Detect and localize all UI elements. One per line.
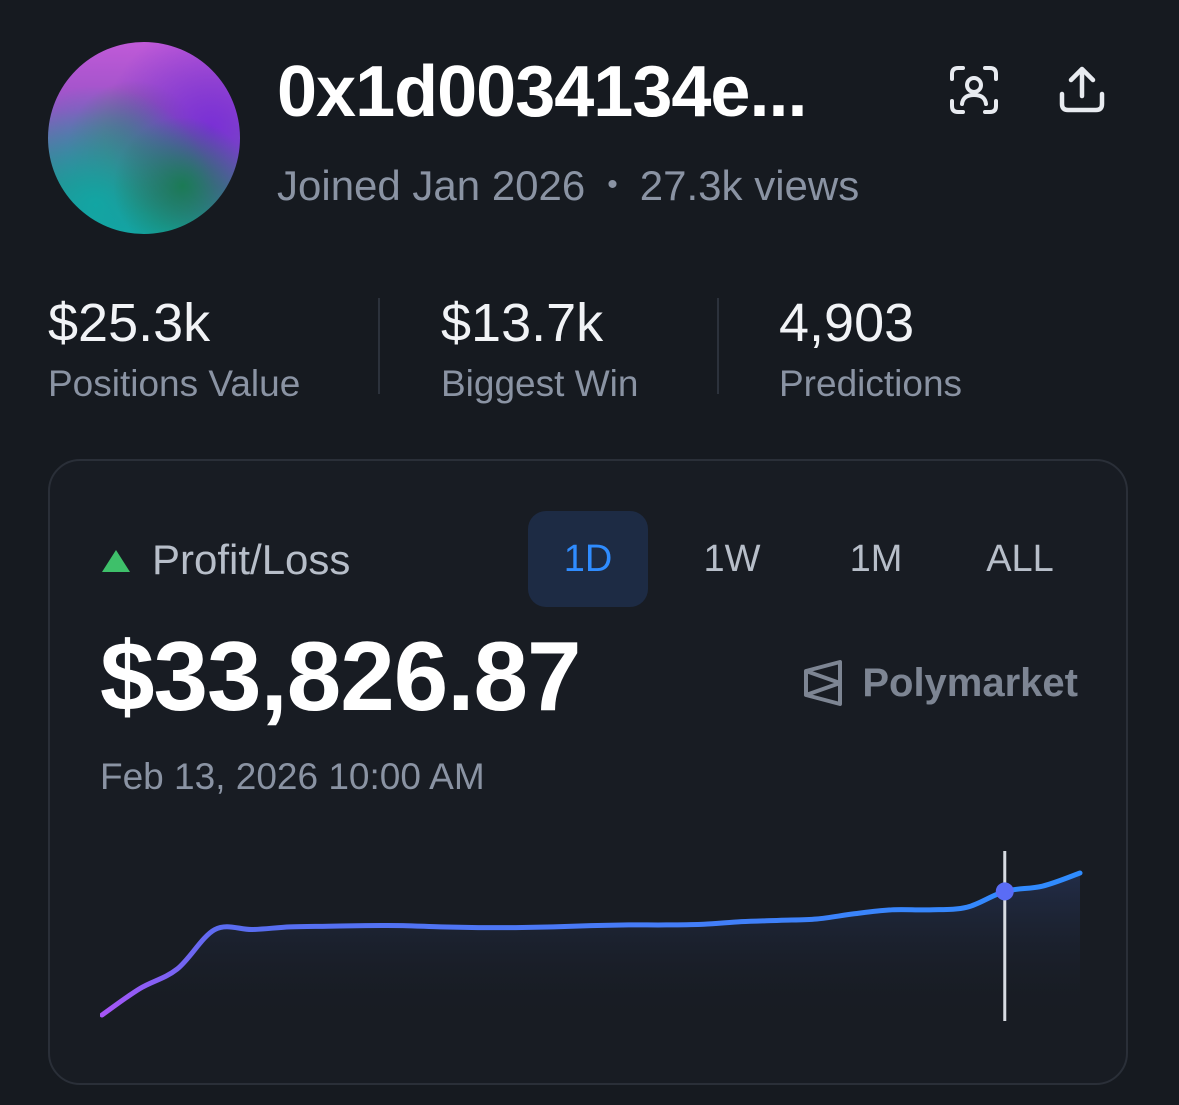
stat-value: 4,903 [779, 293, 915, 353]
share-button[interactable] [1054, 62, 1110, 118]
tab-1w[interactable]: 1W [672, 511, 792, 607]
stat-biggest-win: $13.7k Biggest Win [441, 292, 638, 406]
stat-positions-value: $25.3k Positions Value [48, 292, 300, 406]
stat-predictions: 4,903 Predictions [779, 292, 962, 406]
timeframe-tabs: 1D 1W 1M ALL [528, 511, 1080, 607]
profile-meta: Joined Jan 2026 • 27.3k views [277, 160, 859, 217]
tab-all[interactable]: ALL [960, 511, 1080, 607]
stat-label: Biggest Win [441, 363, 639, 404]
profit-loss-header: Profit/Loss [102, 535, 350, 585]
polymarket-brand[interactable]: Polymarket [802, 659, 1078, 707]
chart-hover-point[interactable] [995, 882, 1014, 901]
chart-timestamp: Feb 13, 2026 10:00 AM [100, 756, 485, 797]
profit-loss-card: Profit/Loss 1D 1W 1M ALL $33,826.87 Poly… [48, 459, 1128, 1085]
stat-value: $13.7k [441, 293, 604, 353]
view-count: 27.3k views [639, 162, 860, 209]
polymarket-logo-icon [804, 660, 843, 706]
face-scan-button[interactable] [946, 62, 1002, 118]
joined-date: Joined Jan 2026 [277, 162, 586, 209]
username: 0x1d0034134e... [277, 52, 807, 132]
stat-label: Predictions [779, 363, 963, 404]
profit-loss-value: $33,826.87 [100, 621, 581, 731]
tab-1m[interactable]: 1M [816, 511, 936, 607]
profile-page: 0x1d0034134e... Joined Jan 2026 • 27.3k vi… [0, 0, 1179, 1105]
profit-loss-title: Profit/Loss [152, 536, 351, 583]
stat-divider [378, 298, 380, 394]
triangle-up-icon [102, 550, 130, 572]
profit-loss-chart[interactable] [100, 851, 1084, 1021]
tab-1d[interactable]: 1D [528, 511, 648, 607]
stat-value: $25.3k [48, 293, 211, 353]
avatar[interactable] [48, 42, 240, 234]
share-upload-icon [1059, 66, 1105, 113]
meta-separator: • [607, 168, 618, 201]
stat-label: Positions Value [48, 363, 301, 404]
chart-area [102, 873, 1080, 1021]
stat-divider [717, 298, 719, 394]
face-scan-icon [950, 66, 998, 114]
brand-name: Polymarket [862, 660, 1078, 705]
